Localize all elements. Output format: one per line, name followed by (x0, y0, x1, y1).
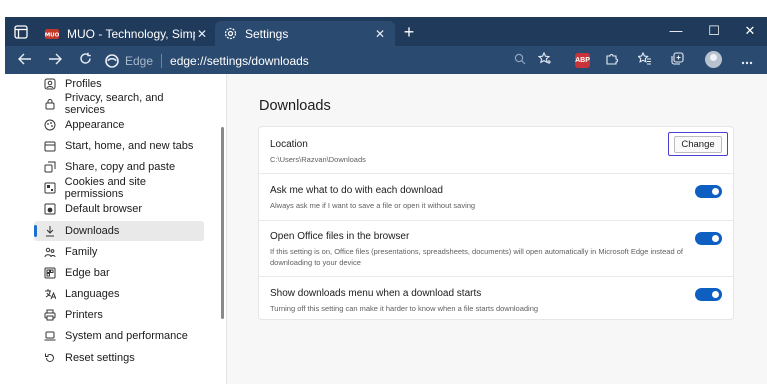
location-path: C:\Users\Razvan\Downloads (270, 155, 366, 164)
change-location-button[interactable]: Change (668, 132, 728, 156)
sidebar-item-share-copy[interactable]: Share, copy and paste (34, 157, 204, 177)
new-tab-button[interactable]: + (399, 23, 419, 43)
edge-bar-icon (43, 266, 57, 280)
family-icon (43, 245, 57, 259)
url-scheme: edge:// (170, 53, 207, 68)
settings-sidebar: Profiles Privacy, search, and services A… (30, 74, 226, 384)
sidebar-item-system[interactable]: System and performance (34, 326, 204, 346)
sidebar-item-label: Default browser (65, 203, 143, 215)
tab-actions-icon[interactable] (12, 23, 30, 41)
appearance-icon (43, 118, 57, 132)
setting-description: Always ask me if I want to save a file o… (270, 201, 476, 210)
settings-content: Downloads Location C:\Users\Razvan\Downl… (227, 74, 767, 384)
downloads-menu-toggle[interactable] (695, 288, 722, 301)
sidebar-scrollbar[interactable] (221, 127, 224, 319)
sidebar-item-label: Privacy, search, and services (64, 92, 164, 116)
sidebar-item-printers[interactable]: Printers (34, 305, 204, 325)
share-icon (43, 160, 57, 174)
close-tab-icon[interactable]: ✕ (373, 27, 387, 41)
forward-arrow-icon[interactable] (45, 51, 65, 69)
maximize-button[interactable]: ☐ (699, 22, 729, 40)
address-bar[interactable]: Edge edge://settings/downloads (105, 50, 525, 71)
refresh-icon[interactable] (75, 51, 95, 69)
zoom-search-icon[interactable] (510, 51, 530, 69)
location-title: Location (270, 139, 308, 150)
svg-text:MUO: MUO (45, 32, 59, 38)
sidebar-item-label: Cookies and site permissions (64, 176, 146, 200)
url-bold: settings (206, 53, 249, 68)
laptop-icon (43, 329, 57, 343)
sidebar-item-start-home[interactable]: Start, home, and new tabs (34, 136, 204, 156)
sidebar-item-label: Reset settings (65, 352, 135, 364)
close-window-button[interactable]: ✕ (735, 22, 765, 40)
sidebar-item-label: System and performance (65, 330, 188, 342)
tab-label: Settings (245, 26, 289, 41)
sidebar-item-default-browser[interactable]: Default browser (34, 199, 204, 219)
profile-avatar[interactable] (705, 51, 722, 68)
sidebar-item-label: Share, copy and paste (65, 161, 176, 173)
more-menu-icon[interactable] (737, 51, 757, 69)
setting-row: Open Office files in the browser If this… (259, 220, 733, 276)
sidebar-item-label: Appearance (65, 119, 125, 131)
setting-title: Show downloads menu when a download star… (270, 288, 482, 299)
setting-row: Ask me what to do with each download Alw… (259, 173, 733, 220)
ask-download-toggle[interactable] (695, 185, 722, 198)
address-brand: Edge (125, 53, 154, 68)
sidebar-item-label: Family (65, 246, 98, 258)
url-path: /downloads (248, 53, 309, 68)
sidebar-item-label: Printers (65, 309, 103, 321)
sidebar-item-family[interactable]: Family (34, 242, 204, 262)
favorites-icon[interactable] (635, 51, 655, 69)
sidebar-item-cookies[interactable]: Cookies and site permissions (34, 176, 204, 200)
muo-favicon-icon: MUO (45, 27, 59, 41)
location-row: Location C:\Users\Razvan\Downloads Chang… (259, 127, 733, 173)
sidebar-item-reset[interactable]: Reset settings (34, 348, 204, 368)
sidebar-item-appearance[interactable]: Appearance (34, 115, 204, 135)
setting-description: Turning off this setting can make it har… (270, 304, 539, 313)
collections-icon[interactable] (667, 51, 687, 69)
setting-title: Ask me what to do with each download (270, 185, 443, 196)
edge-logo-icon (105, 53, 119, 68)
setting-row: Show downloads menu when a download star… (259, 276, 733, 320)
page-title: Downloads (259, 98, 331, 114)
browser-icon (43, 202, 57, 216)
browser-window: MUO MUO - Technology, Simplified. ✕ Sett… (0, 0, 767, 384)
downloads-settings-card: Location C:\Users\Razvan\Downloads Chang… (258, 126, 734, 320)
sidebar-item-edge-bar[interactable]: Edge bar (34, 263, 204, 283)
tab-settings[interactable]: Settings ✕ (215, 21, 395, 46)
lock-icon (43, 97, 57, 111)
printer-icon (43, 308, 57, 322)
sidebar-item-label: Start, home, and new tabs (65, 140, 194, 152)
open-office-toggle[interactable] (695, 232, 722, 245)
languages-icon (43, 287, 57, 301)
back-arrow-icon[interactable] (15, 51, 35, 69)
setting-description: If this setting is on, Office files (pre… (270, 247, 683, 267)
title-bar: MUO MUO - Technology, Simplified. ✕ Sett… (5, 17, 767, 46)
minimize-button[interactable]: — (661, 22, 691, 40)
sidebar-item-privacy[interactable]: Privacy, search, and services (34, 92, 204, 116)
download-icon (43, 224, 57, 238)
sidebar-item-languages[interactable]: Languages (34, 284, 204, 304)
sidebar-item-downloads[interactable]: Downloads (34, 221, 204, 241)
setting-title: Open Office files in the browser (270, 231, 410, 242)
add-favorite-icon[interactable] (535, 51, 555, 69)
toolbar: Edge edge://settings/downloads ABP (5, 46, 767, 74)
close-tab-icon[interactable]: ✕ (195, 27, 209, 41)
reset-icon (43, 351, 57, 365)
change-button-label: Change (674, 135, 722, 153)
adblock-extension-icon[interactable]: ABP (575, 53, 590, 68)
address-separator (161, 53, 163, 68)
cookies-icon (43, 181, 57, 195)
sidebar-item-profiles[interactable]: Profiles (34, 74, 204, 94)
sidebar-item-label: Edge bar (65, 267, 110, 279)
gear-icon (223, 27, 237, 41)
sidebar-item-label: Downloads (65, 225, 120, 237)
sidebar-item-label: Profiles (65, 78, 102, 90)
tab-label: MUO - Technology, Simplified. (67, 26, 195, 41)
power-icon (43, 139, 57, 153)
profiles-icon (43, 77, 57, 91)
tab-muo[interactable]: MUO MUO - Technology, Simplified. ✕ (37, 21, 217, 46)
sidebar-item-label: Languages (65, 288, 120, 300)
extensions-puzzle-icon[interactable] (601, 51, 621, 69)
